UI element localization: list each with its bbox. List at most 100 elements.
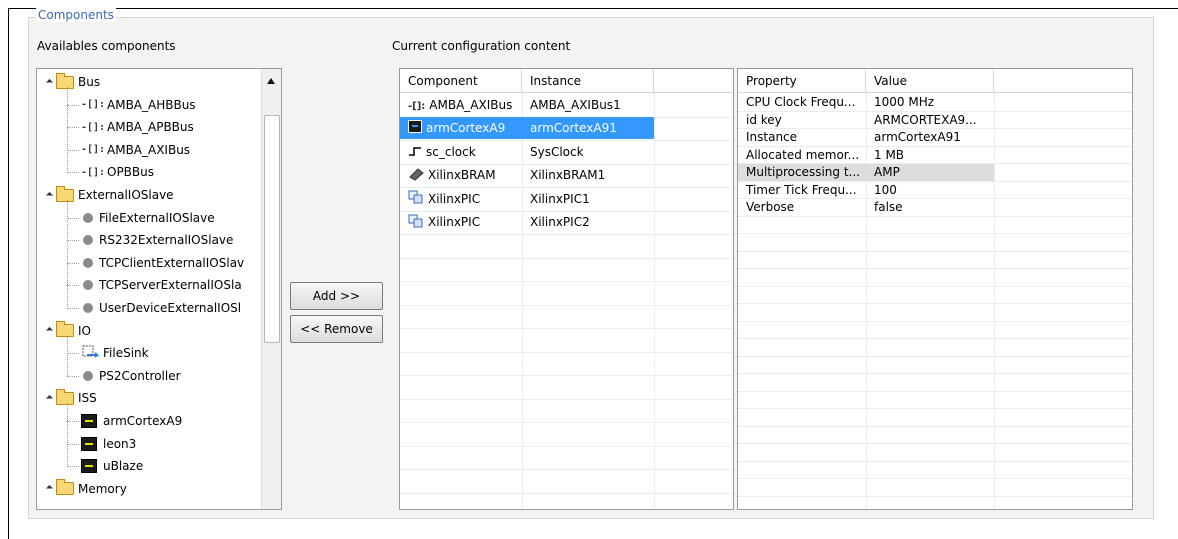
- tree-connector: [67, 443, 79, 445]
- property-value[interactable]: 100: [866, 181, 994, 199]
- config-row-component[interactable]: XilinxPIC: [400, 188, 522, 210]
- tree-connector: [67, 217, 79, 219]
- row-line: [738, 495, 1132, 497]
- tree-connector: [67, 262, 79, 264]
- row-line: [400, 492, 733, 494]
- config-row-instance[interactable]: armCortexA91: [522, 117, 654, 139]
- config-row-component[interactable]: XilinxPIC: [400, 211, 522, 233]
- tree-folder-externalioslave[interactable]: ExternalIOSlave: [45, 184, 174, 206]
- expand-arrow-icon[interactable]: [45, 191, 54, 199]
- tree-item[interactable]: armCortexA9: [81, 410, 182, 432]
- pic-icon: [408, 214, 428, 231]
- tree-item[interactable]: -[]: AMBA_AXIBus: [81, 139, 190, 161]
- current-config-title: Current configuration content: [392, 39, 571, 53]
- processor-icon: [81, 459, 97, 474]
- properties-table[interactable]: Property Value CPU Clock Frequ... 1000 MH…: [737, 68, 1133, 510]
- tree-connector: [67, 104, 79, 106]
- property-name[interactable]: Instance: [738, 129, 866, 147]
- property-name[interactable]: Multiprocessing t...: [738, 163, 866, 181]
- column-header-instance[interactable]: Instance: [522, 69, 654, 93]
- expand-arrow-icon[interactable]: [45, 78, 54, 86]
- property-name[interactable]: CPU Clock Frequ...: [738, 94, 866, 112]
- bus-icon: -[]:: [81, 121, 106, 133]
- property-name[interactable]: Allocated memor...: [738, 146, 866, 164]
- property-value[interactable]: false: [866, 199, 994, 217]
- property-name[interactable]: Timer Tick Frequ...: [738, 181, 866, 199]
- tree-folder-iss[interactable]: ISS: [45, 387, 97, 409]
- tree-item[interactable]: PS2Controller: [81, 365, 181, 387]
- property-value[interactable]: ARMCORTEXA9...: [866, 111, 994, 129]
- tree-item-label: FileSink: [103, 346, 149, 361]
- row-line: [738, 443, 1132, 444]
- components-tree[interactable]: Bus -[]: AMBA_AHBBus -[]: AMBA_APBBus -[]: AMB…: [36, 68, 282, 510]
- expand-arrow-icon[interactable]: [45, 327, 54, 335]
- tree-connector: [67, 200, 68, 309]
- config-row-component[interactable]: -[]: AMBA_AXIBus: [400, 94, 522, 116]
- property-value[interactable]: 1 MB: [866, 146, 994, 164]
- config-component-label: XilinxBRAM: [428, 168, 496, 182]
- tree-item-label: UserDeviceExternalIOSl: [99, 301, 242, 315]
- tree-item-label: AMBA_AXIBus: [107, 142, 191, 157]
- config-row-instance[interactable]: XilinxPIC2: [522, 211, 654, 233]
- config-row-instance[interactable]: AMBA_AXIBus1: [522, 94, 654, 116]
- tree-connector: [67, 240, 79, 242]
- component-dot-icon: [83, 280, 93, 291]
- tree-folder-label: Bus: [78, 75, 101, 89]
- column-header-value[interactable]: Value: [866, 69, 994, 93]
- tree-folder-memory[interactable]: Memory: [45, 478, 127, 500]
- folder-icon: [56, 185, 74, 202]
- row-line: [400, 469, 733, 470]
- config-row-instance[interactable]: XilinxBRAM1: [522, 164, 654, 186]
- row-line: [400, 281, 733, 282]
- bus-icon: -[]:: [81, 166, 106, 178]
- tree-folder-io[interactable]: IO: [45, 320, 91, 342]
- property-name[interactable]: Verbose: [738, 199, 866, 217]
- tree-item[interactable]: TCPServerExternalIOSla: [81, 274, 242, 296]
- tree-item[interactable]: FileSink: [81, 342, 149, 364]
- tree-scrollbar-thumb[interactable]: [264, 115, 280, 343]
- row-line: [400, 422, 733, 423]
- property-name[interactable]: id key: [738, 111, 866, 129]
- tree-folder-label: ISS: [78, 391, 97, 406]
- configuration-table[interactable]: Component Instance -[]: AMBA_AXIBus AMBA_A…: [399, 68, 734, 510]
- folder-icon: [56, 388, 74, 405]
- config-row-instance[interactable]: SysClock: [522, 141, 654, 163]
- remove-button[interactable]: << Remove: [290, 315, 383, 343]
- add-button[interactable]: Add >>: [290, 282, 383, 310]
- tree-item[interactable]: -[]: AMBA_AHBBus: [81, 94, 196, 116]
- config-row-component[interactable]: sc_clock: [400, 141, 522, 163]
- row-line: [738, 408, 1132, 409]
- config-row-instance[interactable]: XilinxPIC1: [522, 188, 654, 210]
- tree-connector: [67, 335, 68, 377]
- tree-item[interactable]: -[]: OPBBus: [81, 161, 154, 183]
- config-row-component[interactable]: armCortexA9: [400, 117, 522, 139]
- tree-item[interactable]: -[]: AMBA_APBBus: [81, 116, 194, 138]
- row-line: [738, 320, 1132, 322]
- tree-item[interactable]: TCPClientExternalIOSlav: [81, 252, 244, 274]
- tree-folder-bus[interactable]: Bus: [45, 71, 101, 93]
- column-header-component[interactable]: Component: [400, 69, 522, 93]
- expand-arrow-icon[interactable]: [45, 394, 54, 402]
- property-value[interactable]: AMP: [866, 163, 994, 181]
- tree-item[interactable]: RS232ExternalIOSlave: [81, 229, 233, 251]
- tree-connector: [67, 127, 79, 129]
- row-line: [738, 233, 1132, 234]
- tree-item[interactable]: uBlaze: [81, 455, 143, 477]
- tree-item[interactable]: FileExternalIOSlave: [81, 207, 215, 229]
- memory-icon: [408, 167, 428, 184]
- expand-arrow-icon[interactable]: [45, 485, 54, 493]
- column-header-property[interactable]: Property: [738, 69, 866, 93]
- tree-item[interactable]: UserDeviceExternalIOSl: [81, 297, 241, 319]
- config-row-component[interactable]: XilinxBRAM: [400, 164, 522, 186]
- component-dot-icon: [83, 303, 93, 313]
- property-value[interactable]: 1000 MHz: [866, 94, 994, 112]
- file-sink-icon: [81, 345, 100, 361]
- available-components-title: Availables components: [37, 39, 176, 53]
- column-line: [654, 93, 655, 509]
- property-value[interactable]: armCortexA91: [866, 129, 994, 147]
- tree-item-label: TCPClientExternalIOSlav: [99, 255, 245, 270]
- tree-item[interactable]: leon3: [81, 433, 136, 455]
- page-border-left: [8, 8, 9, 539]
- tree-item-label: AMBA_APBBus: [107, 120, 194, 135]
- scroll-up-arrow-icon[interactable]: [267, 78, 275, 84]
